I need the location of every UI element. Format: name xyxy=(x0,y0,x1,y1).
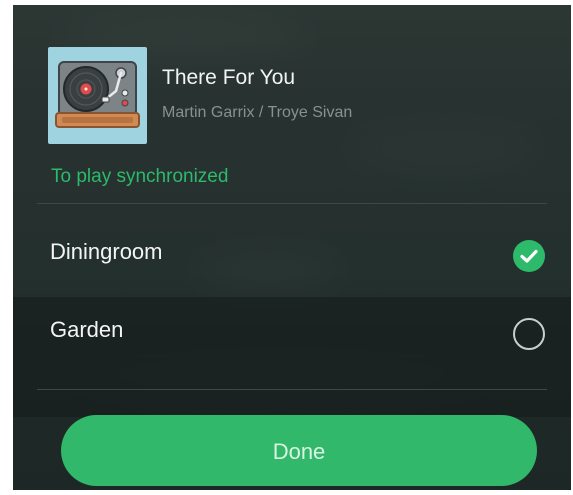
track-title: There For You xyxy=(162,66,296,89)
room-label: Diningroom xyxy=(50,239,163,264)
done-button[interactable]: Done xyxy=(61,415,537,486)
screen-frame: There For You Martin Garrix / Troye Siva… xyxy=(0,0,573,495)
divider xyxy=(37,389,547,390)
album-art xyxy=(48,47,147,144)
background-blur xyxy=(343,125,543,175)
checkmark-circle-icon[interactable] xyxy=(513,240,545,272)
track-artist: Martin Garrix / Troye Sivan xyxy=(162,104,353,121)
empty-circle-icon[interactable] xyxy=(513,318,545,350)
room-option-garden[interactable]: Garden xyxy=(13,302,571,362)
turntable-icon xyxy=(55,61,140,128)
room-option-diningroom[interactable]: Diningroom xyxy=(13,224,571,284)
room-label: Garden xyxy=(50,317,124,342)
sync-section-label: To play synchronized xyxy=(51,166,229,187)
divider xyxy=(37,203,547,204)
room-sync-sheet: There For You Martin Garrix / Troye Siva… xyxy=(13,5,571,490)
